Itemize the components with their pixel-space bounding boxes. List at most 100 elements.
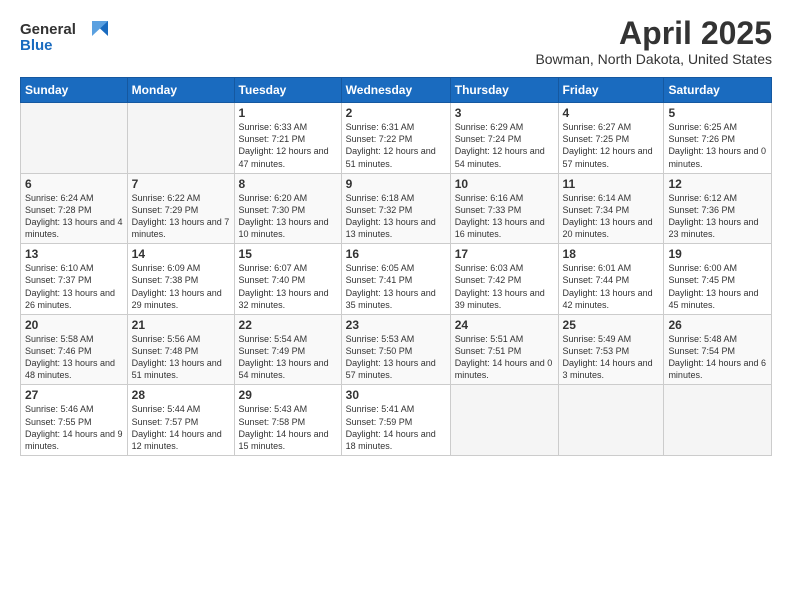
- day-number: 4: [563, 106, 660, 120]
- page: General Blue April 2025 Bowman, North Da…: [0, 0, 792, 612]
- calendar-cell: 5Sunrise: 6:25 AM Sunset: 7:26 PM Daylig…: [664, 103, 772, 174]
- day-info: Sunrise: 6:24 AM Sunset: 7:28 PM Dayligh…: [25, 192, 123, 241]
- day-number: 18: [563, 247, 660, 261]
- day-number: 6: [25, 177, 123, 191]
- calendar-week-2: 6Sunrise: 6:24 AM Sunset: 7:28 PM Daylig…: [21, 173, 772, 244]
- title-block: April 2025 Bowman, North Dakota, United …: [535, 16, 772, 67]
- calendar-cell: 27Sunrise: 5:46 AM Sunset: 7:55 PM Dayli…: [21, 385, 128, 456]
- calendar-cell: 11Sunrise: 6:14 AM Sunset: 7:34 PM Dayli…: [558, 173, 664, 244]
- day-number: 15: [239, 247, 337, 261]
- calendar-cell: 22Sunrise: 5:54 AM Sunset: 7:49 PM Dayli…: [234, 314, 341, 385]
- day-number: 21: [132, 318, 230, 332]
- day-number: 2: [346, 106, 446, 120]
- calendar-cell: 29Sunrise: 5:43 AM Sunset: 7:58 PM Dayli…: [234, 385, 341, 456]
- calendar-cell: 25Sunrise: 5:49 AM Sunset: 7:53 PM Dayli…: [558, 314, 664, 385]
- day-number: 5: [668, 106, 767, 120]
- day-info: Sunrise: 6:03 AM Sunset: 7:42 PM Dayligh…: [455, 262, 554, 311]
- calendar-cell: 8Sunrise: 6:20 AM Sunset: 7:30 PM Daylig…: [234, 173, 341, 244]
- logo-icon: General Blue: [20, 16, 110, 58]
- day-info: Sunrise: 6:14 AM Sunset: 7:34 PM Dayligh…: [563, 192, 660, 241]
- day-info: Sunrise: 6:25 AM Sunset: 7:26 PM Dayligh…: [668, 121, 767, 170]
- location: Bowman, North Dakota, United States: [535, 51, 772, 67]
- calendar-week-4: 20Sunrise: 5:58 AM Sunset: 7:46 PM Dayli…: [21, 314, 772, 385]
- calendar-cell: 7Sunrise: 6:22 AM Sunset: 7:29 PM Daylig…: [127, 173, 234, 244]
- day-info: Sunrise: 5:44 AM Sunset: 7:57 PM Dayligh…: [132, 403, 230, 452]
- day-header-friday: Friday: [558, 78, 664, 103]
- day-number: 28: [132, 388, 230, 402]
- calendar-cell: 26Sunrise: 5:48 AM Sunset: 7:54 PM Dayli…: [664, 314, 772, 385]
- day-info: Sunrise: 6:31 AM Sunset: 7:22 PM Dayligh…: [346, 121, 446, 170]
- calendar-cell: 4Sunrise: 6:27 AM Sunset: 7:25 PM Daylig…: [558, 103, 664, 174]
- calendar-week-5: 27Sunrise: 5:46 AM Sunset: 7:55 PM Dayli…: [21, 385, 772, 456]
- calendar-cell: 6Sunrise: 6:24 AM Sunset: 7:28 PM Daylig…: [21, 173, 128, 244]
- calendar-cell: 1Sunrise: 6:33 AM Sunset: 7:21 PM Daylig…: [234, 103, 341, 174]
- calendar-cell: [21, 103, 128, 174]
- day-info: Sunrise: 6:27 AM Sunset: 7:25 PM Dayligh…: [563, 121, 660, 170]
- day-number: 11: [563, 177, 660, 191]
- calendar-cell: 16Sunrise: 6:05 AM Sunset: 7:41 PM Dayli…: [341, 244, 450, 315]
- day-number: 7: [132, 177, 230, 191]
- header: General Blue April 2025 Bowman, North Da…: [20, 16, 772, 67]
- calendar-cell: 30Sunrise: 5:41 AM Sunset: 7:59 PM Dayli…: [341, 385, 450, 456]
- day-number: 26: [668, 318, 767, 332]
- day-info: Sunrise: 6:33 AM Sunset: 7:21 PM Dayligh…: [239, 121, 337, 170]
- day-number: 12: [668, 177, 767, 191]
- calendar-cell: 17Sunrise: 6:03 AM Sunset: 7:42 PM Dayli…: [450, 244, 558, 315]
- day-number: 24: [455, 318, 554, 332]
- logo: General Blue: [20, 16, 110, 63]
- day-number: 30: [346, 388, 446, 402]
- day-info: Sunrise: 5:49 AM Sunset: 7:53 PM Dayligh…: [563, 333, 660, 382]
- day-info: Sunrise: 5:48 AM Sunset: 7:54 PM Dayligh…: [668, 333, 767, 382]
- calendar-cell: 28Sunrise: 5:44 AM Sunset: 7:57 PM Dayli…: [127, 385, 234, 456]
- day-info: Sunrise: 5:56 AM Sunset: 7:48 PM Dayligh…: [132, 333, 230, 382]
- calendar-cell: 20Sunrise: 5:58 AM Sunset: 7:46 PM Dayli…: [21, 314, 128, 385]
- day-header-tuesday: Tuesday: [234, 78, 341, 103]
- day-info: Sunrise: 6:10 AM Sunset: 7:37 PM Dayligh…: [25, 262, 123, 311]
- day-header-sunday: Sunday: [21, 78, 128, 103]
- day-info: Sunrise: 6:29 AM Sunset: 7:24 PM Dayligh…: [455, 121, 554, 170]
- calendar-cell: 21Sunrise: 5:56 AM Sunset: 7:48 PM Dayli…: [127, 314, 234, 385]
- day-number: 3: [455, 106, 554, 120]
- calendar-cell: 18Sunrise: 6:01 AM Sunset: 7:44 PM Dayli…: [558, 244, 664, 315]
- day-info: Sunrise: 6:05 AM Sunset: 7:41 PM Dayligh…: [346, 262, 446, 311]
- svg-text:Blue: Blue: [20, 37, 53, 54]
- calendar-header-row: SundayMondayTuesdayWednesdayThursdayFrid…: [21, 78, 772, 103]
- day-info: Sunrise: 5:41 AM Sunset: 7:59 PM Dayligh…: [346, 403, 446, 452]
- calendar-cell: [450, 385, 558, 456]
- day-info: Sunrise: 5:58 AM Sunset: 7:46 PM Dayligh…: [25, 333, 123, 382]
- calendar-cell: [558, 385, 664, 456]
- calendar-cell: 10Sunrise: 6:16 AM Sunset: 7:33 PM Dayli…: [450, 173, 558, 244]
- day-number: 27: [25, 388, 123, 402]
- day-info: Sunrise: 6:01 AM Sunset: 7:44 PM Dayligh…: [563, 262, 660, 311]
- day-number: 20: [25, 318, 123, 332]
- day-number: 8: [239, 177, 337, 191]
- calendar-cell: 3Sunrise: 6:29 AM Sunset: 7:24 PM Daylig…: [450, 103, 558, 174]
- day-header-monday: Monday: [127, 78, 234, 103]
- day-header-thursday: Thursday: [450, 78, 558, 103]
- day-info: Sunrise: 6:12 AM Sunset: 7:36 PM Dayligh…: [668, 192, 767, 241]
- day-info: Sunrise: 6:20 AM Sunset: 7:30 PM Dayligh…: [239, 192, 337, 241]
- day-number: 25: [563, 318, 660, 332]
- calendar-cell: 9Sunrise: 6:18 AM Sunset: 7:32 PM Daylig…: [341, 173, 450, 244]
- calendar-cell: 14Sunrise: 6:09 AM Sunset: 7:38 PM Dayli…: [127, 244, 234, 315]
- day-info: Sunrise: 5:54 AM Sunset: 7:49 PM Dayligh…: [239, 333, 337, 382]
- svg-text:General: General: [20, 21, 76, 38]
- day-number: 17: [455, 247, 554, 261]
- calendar-cell: 24Sunrise: 5:51 AM Sunset: 7:51 PM Dayli…: [450, 314, 558, 385]
- day-info: Sunrise: 6:07 AM Sunset: 7:40 PM Dayligh…: [239, 262, 337, 311]
- day-info: Sunrise: 6:16 AM Sunset: 7:33 PM Dayligh…: [455, 192, 554, 241]
- calendar: SundayMondayTuesdayWednesdayThursdayFrid…: [20, 77, 772, 456]
- calendar-cell: 19Sunrise: 6:00 AM Sunset: 7:45 PM Dayli…: [664, 244, 772, 315]
- day-info: Sunrise: 6:18 AM Sunset: 7:32 PM Dayligh…: [346, 192, 446, 241]
- calendar-cell: 15Sunrise: 6:07 AM Sunset: 7:40 PM Dayli…: [234, 244, 341, 315]
- calendar-cell: 23Sunrise: 5:53 AM Sunset: 7:50 PM Dayli…: [341, 314, 450, 385]
- calendar-cell: [127, 103, 234, 174]
- calendar-week-3: 13Sunrise: 6:10 AM Sunset: 7:37 PM Dayli…: [21, 244, 772, 315]
- day-number: 19: [668, 247, 767, 261]
- day-info: Sunrise: 5:43 AM Sunset: 7:58 PM Dayligh…: [239, 403, 337, 452]
- day-info: Sunrise: 5:51 AM Sunset: 7:51 PM Dayligh…: [455, 333, 554, 382]
- day-info: Sunrise: 6:22 AM Sunset: 7:29 PM Dayligh…: [132, 192, 230, 241]
- day-number: 14: [132, 247, 230, 261]
- day-number: 16: [346, 247, 446, 261]
- calendar-week-1: 1Sunrise: 6:33 AM Sunset: 7:21 PM Daylig…: [21, 103, 772, 174]
